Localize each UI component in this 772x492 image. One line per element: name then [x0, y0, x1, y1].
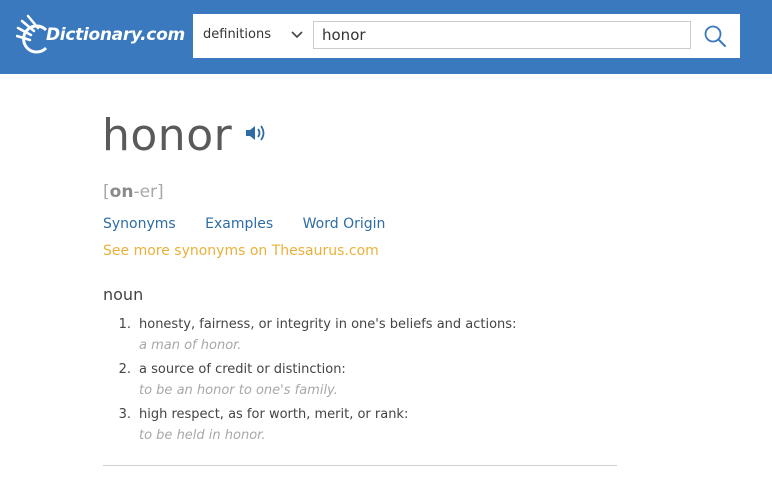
definition-example: to be held in honor. [139, 428, 266, 443]
pronunciation-stressed: on [109, 182, 134, 202]
thesaurus-link[interactable]: See more synonyms on Thesaurus.com [103, 243, 379, 259]
search-input[interactable] [313, 21, 691, 49]
entry-links: Synonyms Examples Word Origin [103, 216, 410, 232]
part-of-speech: noun [103, 285, 144, 304]
definition-list: 1. honesty, fairness, or integrity in on… [103, 317, 623, 452]
definition-text: a source of credit or distinction: [139, 362, 346, 377]
section-divider [103, 465, 617, 466]
definition-example: to be an honor to one's family. [139, 383, 338, 398]
definition-number: 2. [118, 362, 131, 377]
synonyms-link[interactable]: Synonyms [103, 216, 176, 232]
word-origin-link[interactable]: Word Origin [303, 216, 386, 232]
examples-link[interactable]: Examples [205, 216, 273, 232]
definition-example: a man of honor. [139, 338, 242, 353]
audio-speaker-icon[interactable] [244, 122, 268, 144]
definition-item: 2. a source of credit or distinction: to… [103, 362, 623, 407]
search-scope-value: definitions [203, 27, 271, 42]
definition-item: 3. high respect, as for worth, merit, or… [103, 407, 623, 452]
definition-text: high respect, as for worth, merit, or ra… [139, 407, 409, 422]
search-bar: definitions [193, 14, 740, 58]
chevron-down-icon [291, 31, 303, 39]
definition-number: 3. [118, 407, 131, 422]
search-button[interactable] [699, 20, 731, 52]
search-scope-select[interactable]: definitions [193, 14, 311, 58]
entry-headword: honor [102, 110, 233, 161]
site-header: Dictionary.com definitions [0, 0, 772, 74]
search-icon [704, 25, 726, 47]
pronunciation: [on-er] [103, 182, 164, 202]
logo-wordmark: Dictionary.com [46, 25, 185, 45]
definition-number: 1. [118, 317, 131, 332]
definition-item: 1. honesty, fairness, or integrity in on… [103, 317, 623, 362]
site-logo[interactable]: Dictionary.com [16, 14, 186, 56]
definition-text: honesty, fairness, or integrity in one's… [139, 317, 517, 332]
